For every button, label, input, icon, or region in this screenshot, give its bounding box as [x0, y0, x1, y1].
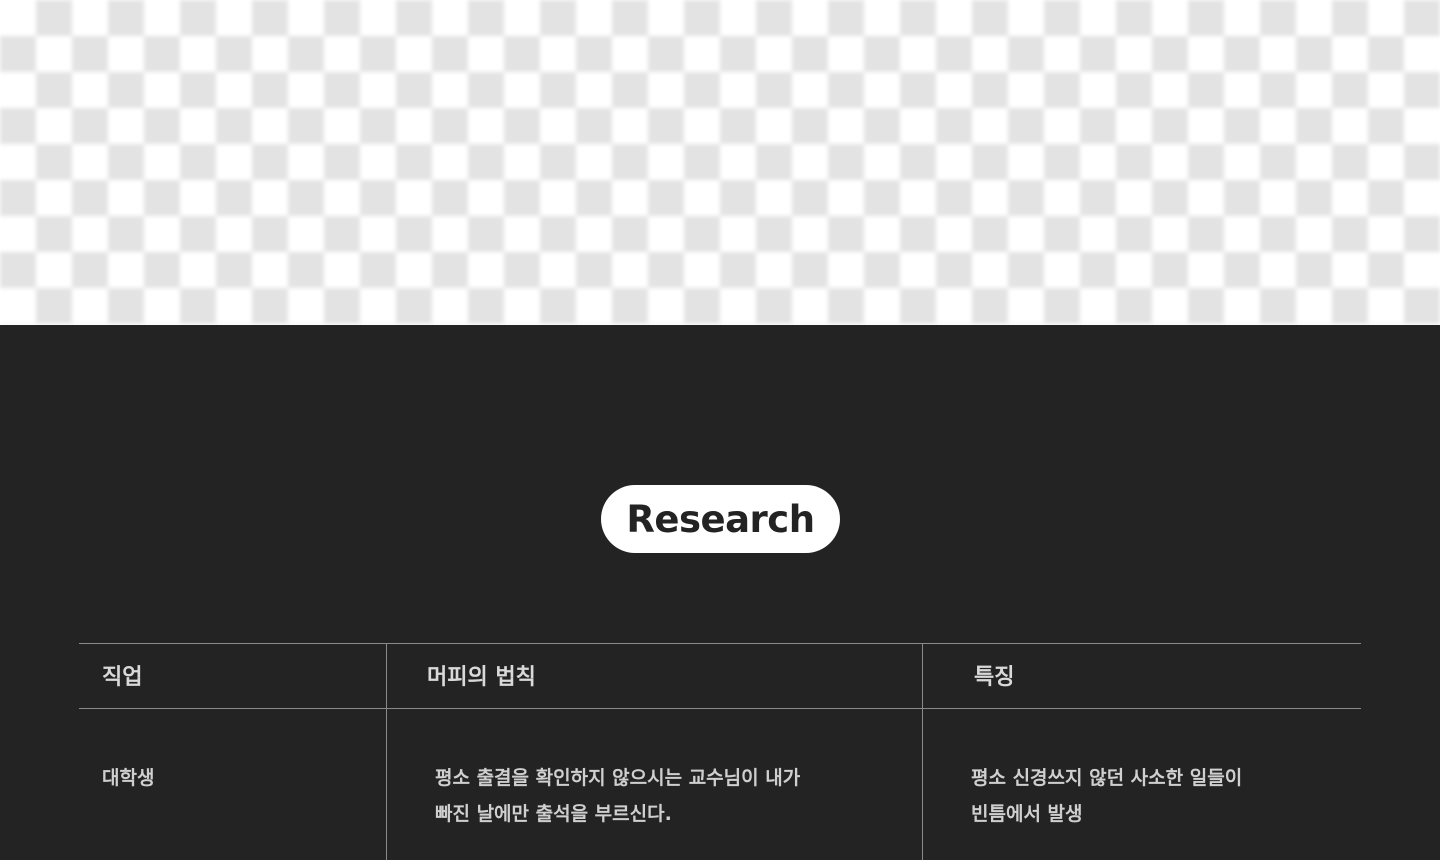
table-cell-job: 대학생 [102, 767, 155, 789]
table-column-divider [922, 643, 923, 860]
table-cell-feature-line: 평소 신경쓰지 않던 사소한 일들이 [971, 767, 1243, 789]
table-header-rule [79, 708, 1361, 709]
research-badge: Research [601, 485, 840, 553]
table-header-job: 직업 [102, 665, 143, 690]
research-table: 직업 머피의 법칙 특징 대학생 평소 출결을 확인하지 않으시는 교수님이 내… [79, 643, 1361, 860]
table-column-divider [386, 643, 387, 860]
table-header-feature: 특징 [974, 665, 1015, 690]
table-cell-feature-line: 빈틈에서 발생 [971, 803, 1083, 825]
research-badge-label: Research [626, 497, 815, 541]
table-cell-law-line: 빠진 날에만 출석을 부르신다. [435, 803, 672, 825]
table-cell-law-line: 평소 출결을 확인하지 않으시는 교수님이 내가 [435, 767, 801, 789]
table-header-murphys-law: 머피의 법칙 [427, 665, 536, 690]
research-section: Research 직업 머피의 법칙 특징 대학생 평소 출결을 확인하지 않으… [0, 325, 1440, 860]
table-top-rule [79, 643, 1361, 644]
transparent-placeholder-image [0, 0, 1440, 325]
